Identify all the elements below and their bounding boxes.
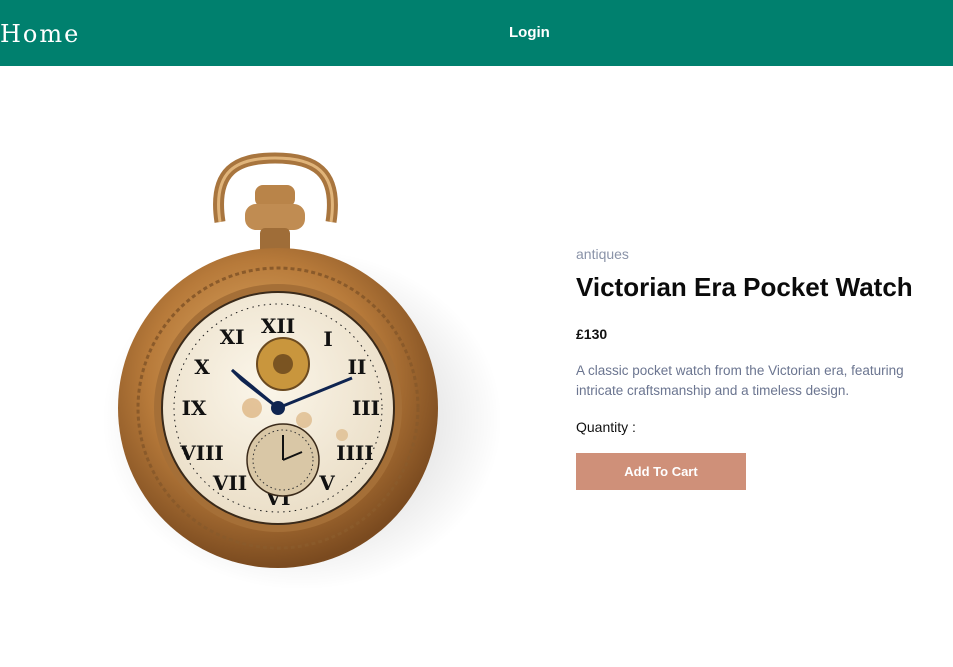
product-price: £130 [576, 326, 608, 342]
svg-text:VII: VII [212, 471, 247, 495]
svg-text:III: III [352, 396, 380, 420]
product-title: Victorian Era Pocket Watch [576, 272, 913, 302]
top-navbar: Home Login [0, 0, 953, 66]
login-link[interactable]: Login [509, 23, 550, 43]
home-link[interactable]: Home [0, 19, 80, 49]
svg-text:I: I [323, 327, 332, 351]
svg-text:II: II [348, 355, 367, 379]
svg-text:VIII: VIII [179, 441, 224, 465]
quantity-label: Quantity : [576, 419, 636, 435]
svg-text:IIII: IIII [336, 441, 373, 465]
pocket-watch-icon: XII I II III IIII V VI VII VIII IX X XI [102, 152, 502, 590]
product-category: antiques [576, 246, 629, 262]
product-image: XII I II III IIII V VI VII VIII IX X XI [42, 130, 514, 596]
svg-text:X: X [194, 355, 210, 379]
svg-text:XI: XI [220, 325, 245, 349]
svg-text:IX: IX [182, 396, 207, 420]
product-description: A classic pocket watch from the Victoria… [576, 363, 904, 398]
svg-text:XII: XII [261, 314, 295, 338]
svg-text:V: V [318, 471, 335, 495]
add-to-cart-button[interactable]: Add To Cart [576, 453, 746, 490]
